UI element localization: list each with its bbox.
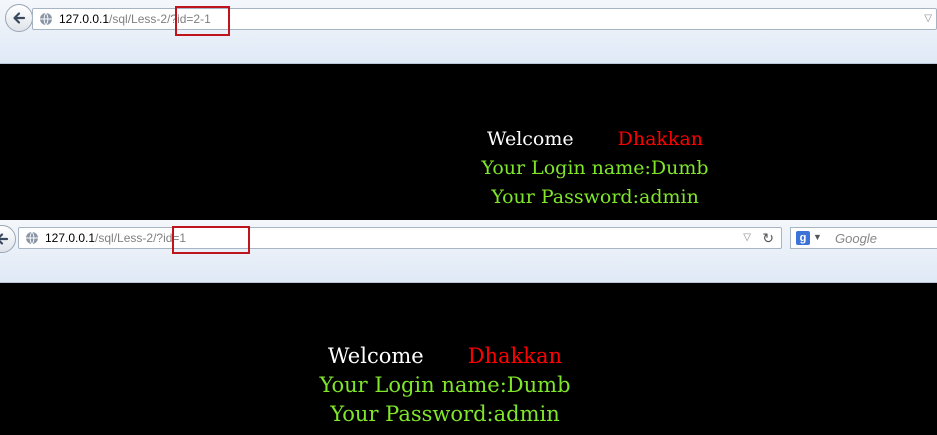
search-bar[interactable]: g ▼ Google [790, 227, 937, 249]
welcome-line: Welcome Dhakkan [225, 342, 665, 371]
back-arrow-icon [0, 233, 9, 245]
password-text: Your Password:admin [491, 186, 699, 208]
username-display: Dhakkan [617, 128, 704, 150]
login-name-text: Your Login name:Dumb [319, 373, 571, 397]
address-bar[interactable]: 127.0.0.1/sql/Less-2/?id=2-1 ▽ [32, 8, 937, 30]
page-content: Welcome Dhakkan Your Login name:Dumb Your… [225, 342, 665, 429]
url-host: 127.0.0.1 [59, 12, 110, 26]
back-button[interactable] [0, 225, 16, 253]
browser-toolbar: 127.0.0.1/sql/Less-2/?id=1 ▽ ↻ g ▼ Googl… [0, 220, 937, 283]
welcome-text: Welcome [327, 344, 424, 368]
dropdown-arrow-icon[interactable]: ▽ [924, 13, 932, 24]
back-button[interactable] [5, 4, 33, 32]
url-highlight-box [175, 6, 230, 36]
welcome-text: Welcome [486, 128, 574, 150]
url-host: 127.0.0.1 [45, 231, 96, 245]
password-text: Your Password:admin [330, 402, 560, 426]
google-icon[interactable]: g [796, 231, 810, 245]
url-highlight-box [172, 226, 250, 254]
login-name-text: Your Login name:Dumb [481, 157, 709, 179]
url-text: 127.0.0.1/sql/Less-2/?id=1 [45, 231, 186, 245]
reload-icon[interactable]: ↻ [762, 230, 774, 247]
back-arrow-icon [13, 12, 26, 24]
globe-icon [26, 231, 38, 245]
username-display: Dhakkan [467, 344, 563, 368]
browser-screenshot-2: 127.0.0.1/sql/Less-2/?id=1 ▽ ↻ g ▼ Googl… [0, 220, 937, 435]
page-content: Welcome Dhakkan Your Login name:Dumb Your… [395, 125, 795, 212]
browser-screenshot-1: 127.0.0.1/sql/Less-2/?id=2-1 ▽ Welcome Dh… [0, 0, 937, 220]
browser-toolbar: 127.0.0.1/sql/Less-2/?id=2-1 ▽ [0, 0, 937, 64]
globe-icon [40, 12, 52, 26]
welcome-line: Welcome Dhakkan [395, 125, 795, 154]
address-bar[interactable]: 127.0.0.1/sql/Less-2/?id=1 ▽ ↻ [18, 227, 782, 249]
search-engine-dropdown-icon[interactable]: ▼ [813, 232, 822, 242]
dropdown-arrow-icon[interactable]: ▽ [743, 232, 751, 243]
search-placeholder: Google [835, 231, 877, 246]
